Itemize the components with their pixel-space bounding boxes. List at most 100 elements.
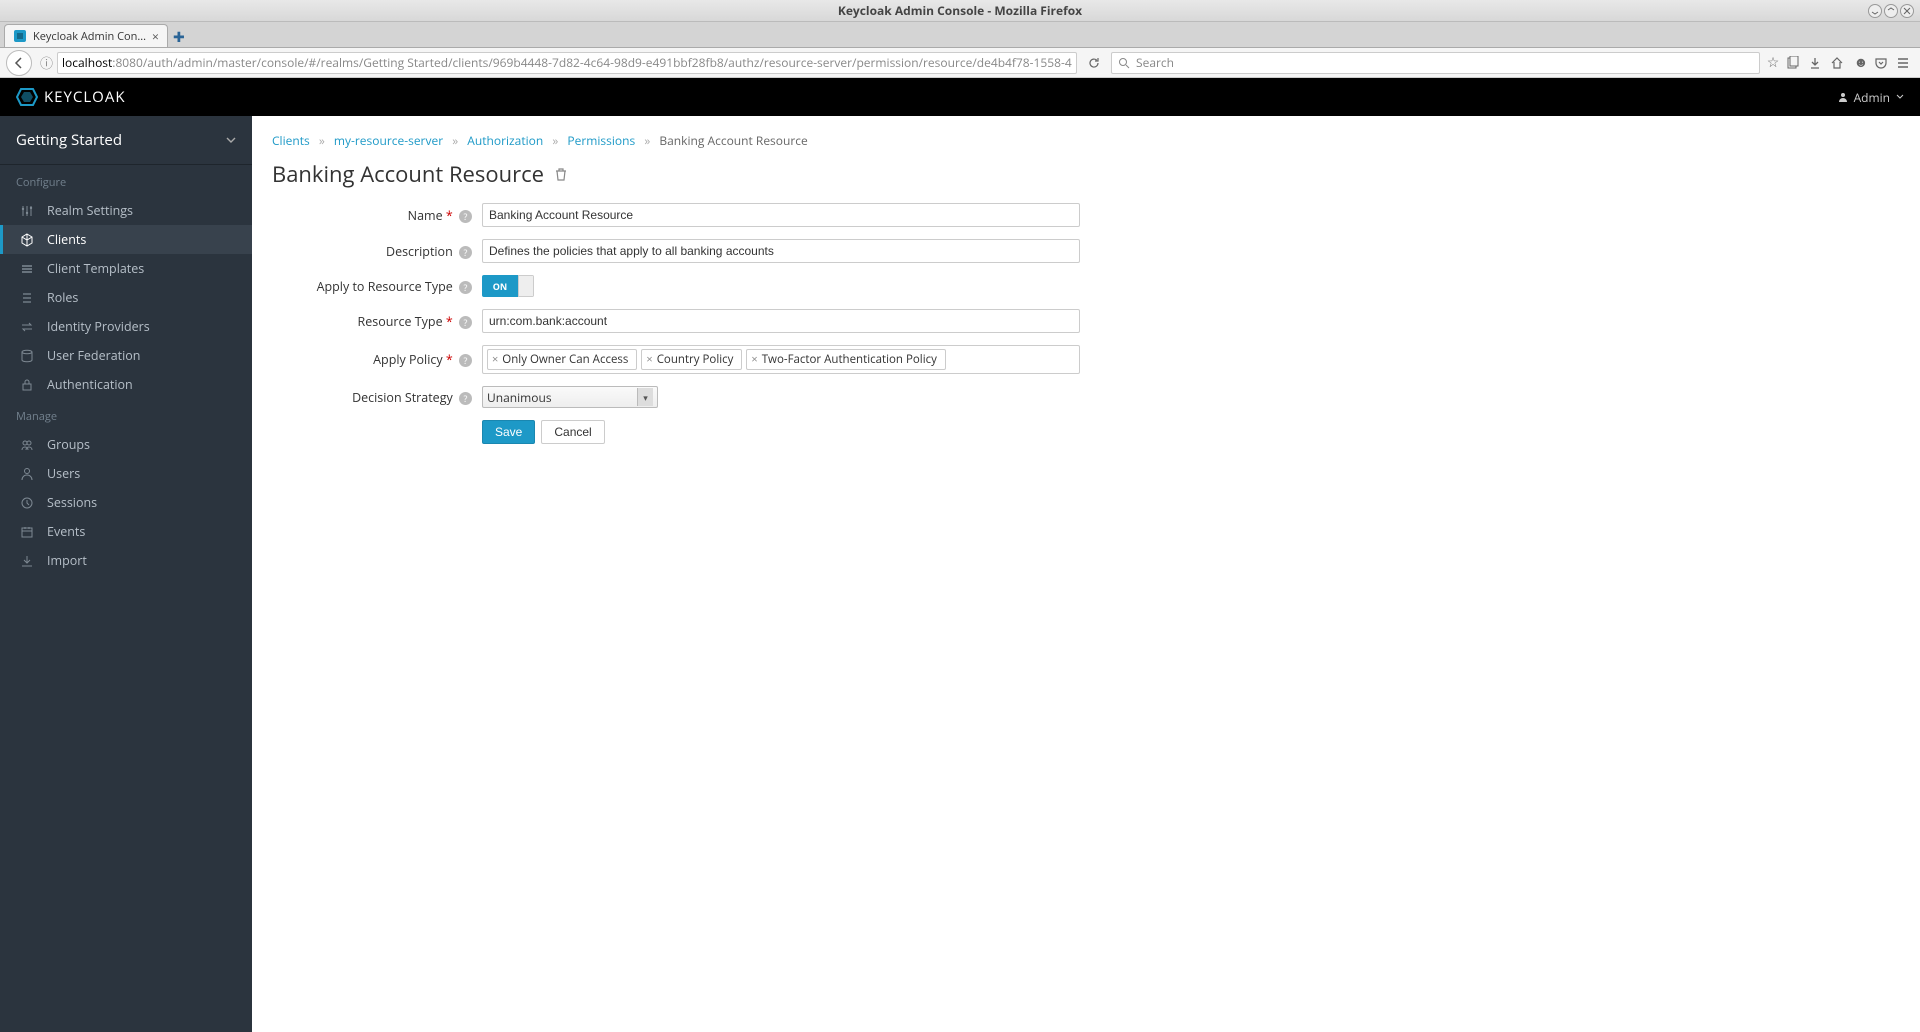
url-bar: ⓘ localhost:8080/auth/admin/master/conso… — [0, 48, 1920, 78]
brand-text: KEYCLOAK — [44, 87, 126, 107]
user-icon — [1838, 92, 1848, 102]
sidebar-item-import[interactable]: Import — [0, 546, 252, 575]
brand-logo[interactable]: KEYCLOAK — [16, 86, 126, 108]
app-header: KEYCLOAK Admin — [0, 78, 1920, 116]
name-input[interactable] — [482, 203, 1080, 227]
apply-type-label: Apply to Resource Type ? — [272, 278, 482, 295]
help-icon[interactable]: ? — [459, 281, 472, 294]
sidebar-item-user-federation[interactable]: User Federation — [0, 341, 252, 370]
face-icon[interactable]: ☻ — [1852, 53, 1870, 72]
home-icon[interactable] — [1830, 56, 1848, 70]
bookmark-star-icon[interactable]: ☆ — [1764, 53, 1782, 72]
tab-title: Keycloak Admin Con... — [33, 29, 146, 44]
decision-label: Decision Strategy ? — [272, 389, 482, 406]
stack-icon — [19, 262, 35, 276]
database-icon — [19, 349, 35, 363]
help-icon[interactable]: ? — [459, 392, 472, 405]
search-icon — [1118, 57, 1130, 69]
form: Name * ? Description ? Apply to Resource… — [272, 203, 1352, 444]
sidebar-item-roles[interactable]: Roles — [0, 283, 252, 312]
remove-tag-icon[interactable]: × — [751, 352, 757, 367]
sidebar-item-events[interactable]: Events — [0, 517, 252, 546]
keycloak-logo-icon — [16, 86, 38, 108]
decision-value: Unanimous — [487, 389, 552, 406]
section-manage: Manage — [0, 399, 252, 430]
menu-icon[interactable] — [1896, 56, 1914, 70]
sidebar-item-sessions[interactable]: Sessions — [0, 488, 252, 517]
breadcrumb: Clients » my-resource-server » Authoriza… — [272, 132, 1900, 149]
url-host: localhost — [62, 54, 112, 71]
url-path: :8080/auth/admin/master/console/#/realms… — [112, 54, 1071, 71]
breadcrumb-link[interactable]: Authorization — [467, 132, 543, 149]
sidebar: Getting Started Configure Realm Settings… — [0, 116, 252, 1032]
lock-icon — [19, 378, 35, 392]
realm-selector[interactable]: Getting Started — [0, 116, 252, 165]
sidebar-item-label: User Federation — [47, 347, 140, 364]
exchange-icon — [19, 320, 35, 334]
decision-select[interactable]: Unanimous ▾ — [482, 386, 658, 408]
breadcrumb-link[interactable]: my-resource-server — [334, 132, 443, 149]
downloads-icon[interactable] — [1808, 56, 1826, 70]
section-configure: Configure — [0, 165, 252, 196]
remove-tag-icon[interactable]: × — [492, 352, 498, 367]
page-title: Banking Account Resource — [272, 159, 1900, 189]
apply-policy-input[interactable]: ×Only Owner Can Access ×Country Policy ×… — [482, 345, 1080, 374]
help-icon[interactable]: ? — [459, 210, 472, 223]
sliders-icon — [19, 204, 35, 218]
toggle-on-label: ON — [482, 275, 518, 297]
url-input[interactable]: localhost:8080/auth/admin/master/console… — [57, 52, 1077, 74]
minimize-icon[interactable] — [1868, 4, 1882, 18]
sidebar-item-users[interactable]: Users — [0, 459, 252, 488]
close-icon[interactable] — [1900, 4, 1914, 18]
resource-type-input[interactable] — [482, 309, 1080, 333]
sidebar-item-authentication[interactable]: Authentication — [0, 370, 252, 399]
help-icon[interactable]: ? — [459, 316, 472, 329]
sidebar-item-groups[interactable]: Groups — [0, 430, 252, 459]
chevron-down-icon — [226, 135, 236, 145]
window-title: Keycloak Admin Console - Mozilla Firefox — [838, 2, 1082, 19]
cancel-button[interactable]: Cancel — [541, 420, 604, 444]
new-tab-button[interactable]: ✚ — [168, 27, 190, 47]
sidebar-item-label: Users — [47, 465, 80, 482]
sidebar-item-label: Authentication — [47, 376, 133, 393]
search-input[interactable]: Search — [1111, 52, 1760, 74]
description-input[interactable] — [482, 239, 1080, 263]
breadcrumb-link[interactable]: Permissions — [567, 132, 635, 149]
sidebar-item-realm-settings[interactable]: Realm Settings — [0, 196, 252, 225]
sidebar-item-client-templates[interactable]: Client Templates — [0, 254, 252, 283]
policy-tag[interactable]: ×Two-Factor Authentication Policy — [746, 349, 945, 370]
sidebar-item-label: Sessions — [47, 494, 97, 511]
sidebar-item-identity-providers[interactable]: Identity Providers — [0, 312, 252, 341]
sidebar-item-label: Import — [47, 552, 87, 569]
sidebar-item-label: Roles — [47, 289, 78, 306]
toggle-knob — [518, 275, 534, 297]
help-icon[interactable]: ? — [459, 246, 472, 259]
library-icon[interactable] — [1786, 56, 1804, 70]
help-icon[interactable]: ? — [459, 354, 472, 367]
apply-type-toggle[interactable]: ON — [482, 275, 534, 297]
remove-tag-icon[interactable]: × — [646, 352, 652, 367]
realm-name: Getting Started — [16, 130, 122, 150]
user-menu[interactable]: Admin — [1838, 89, 1904, 106]
chevron-down-icon: ▾ — [637, 388, 653, 406]
site-info-icon[interactable]: ⓘ — [40, 53, 53, 72]
tab-close-icon[interactable]: × — [152, 28, 159, 45]
groups-icon — [19, 438, 35, 452]
resource-type-label: Resource Type * ? — [272, 313, 482, 330]
policy-tag[interactable]: ×Country Policy — [641, 349, 742, 370]
policy-tag[interactable]: ×Only Owner Can Access — [487, 349, 637, 370]
main-content: Clients » my-resource-server » Authoriza… — [252, 116, 1920, 1032]
back-button[interactable] — [6, 50, 32, 76]
sidebar-item-clients[interactable]: Clients — [0, 225, 252, 254]
sidebar-item-label: Client Templates — [47, 260, 144, 277]
maximize-icon[interactable] — [1884, 4, 1898, 18]
clock-icon — [19, 496, 35, 510]
reload-icon[interactable] — [1087, 56, 1101, 70]
save-button[interactable]: Save — [482, 420, 535, 444]
chevron-down-icon — [1896, 93, 1904, 101]
delete-icon[interactable] — [554, 167, 568, 181]
pocket-icon[interactable] — [1874, 56, 1892, 70]
sidebar-item-label: Identity Providers — [47, 318, 150, 335]
browser-tab[interactable]: Keycloak Admin Con... × — [4, 24, 168, 47]
breadcrumb-link[interactable]: Clients — [272, 132, 310, 149]
